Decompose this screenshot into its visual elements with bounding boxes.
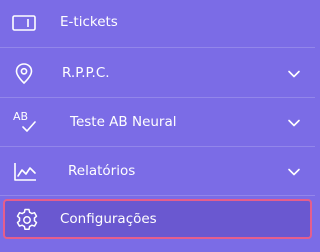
sidebar-item-relatorios[interactable]: Relatórios	[0, 147, 315, 196]
gear-icon	[14, 207, 40, 233]
sidebar-item-e-tickets[interactable]: E-tickets	[0, 0, 315, 49]
divider	[0, 195, 315, 196]
location-pin-icon	[12, 61, 38, 87]
sidebar-item-label: E-tickets	[60, 14, 118, 30]
sidebar-item-configuracoes[interactable]: Configurações	[3, 199, 312, 239]
chart-icon	[12, 159, 38, 185]
svg-text:AB: AB	[13, 110, 28, 123]
ticket-icon	[12, 10, 38, 36]
chevron-down-icon[interactable]	[286, 164, 302, 180]
sidebar-menu: E-tickets R.P.P.C. AB Teste AB Neural Re…	[0, 0, 315, 252]
sidebar-item-label: Teste AB Neural	[70, 114, 177, 130]
sidebar-item-label: Relatórios	[68, 163, 136, 179]
chevron-down-icon[interactable]	[286, 115, 302, 131]
sidebar-item-label: Configurações	[60, 211, 157, 227]
sidebar-item-rppc[interactable]: R.P.P.C.	[0, 49, 315, 98]
divider	[0, 47, 315, 48]
sidebar-item-label: R.P.P.C.	[62, 65, 110, 81]
sidebar-item-teste-ab-neural[interactable]: AB Teste AB Neural	[0, 98, 315, 147]
ab-test-icon: AB	[12, 108, 38, 134]
chevron-down-icon[interactable]	[286, 66, 302, 82]
